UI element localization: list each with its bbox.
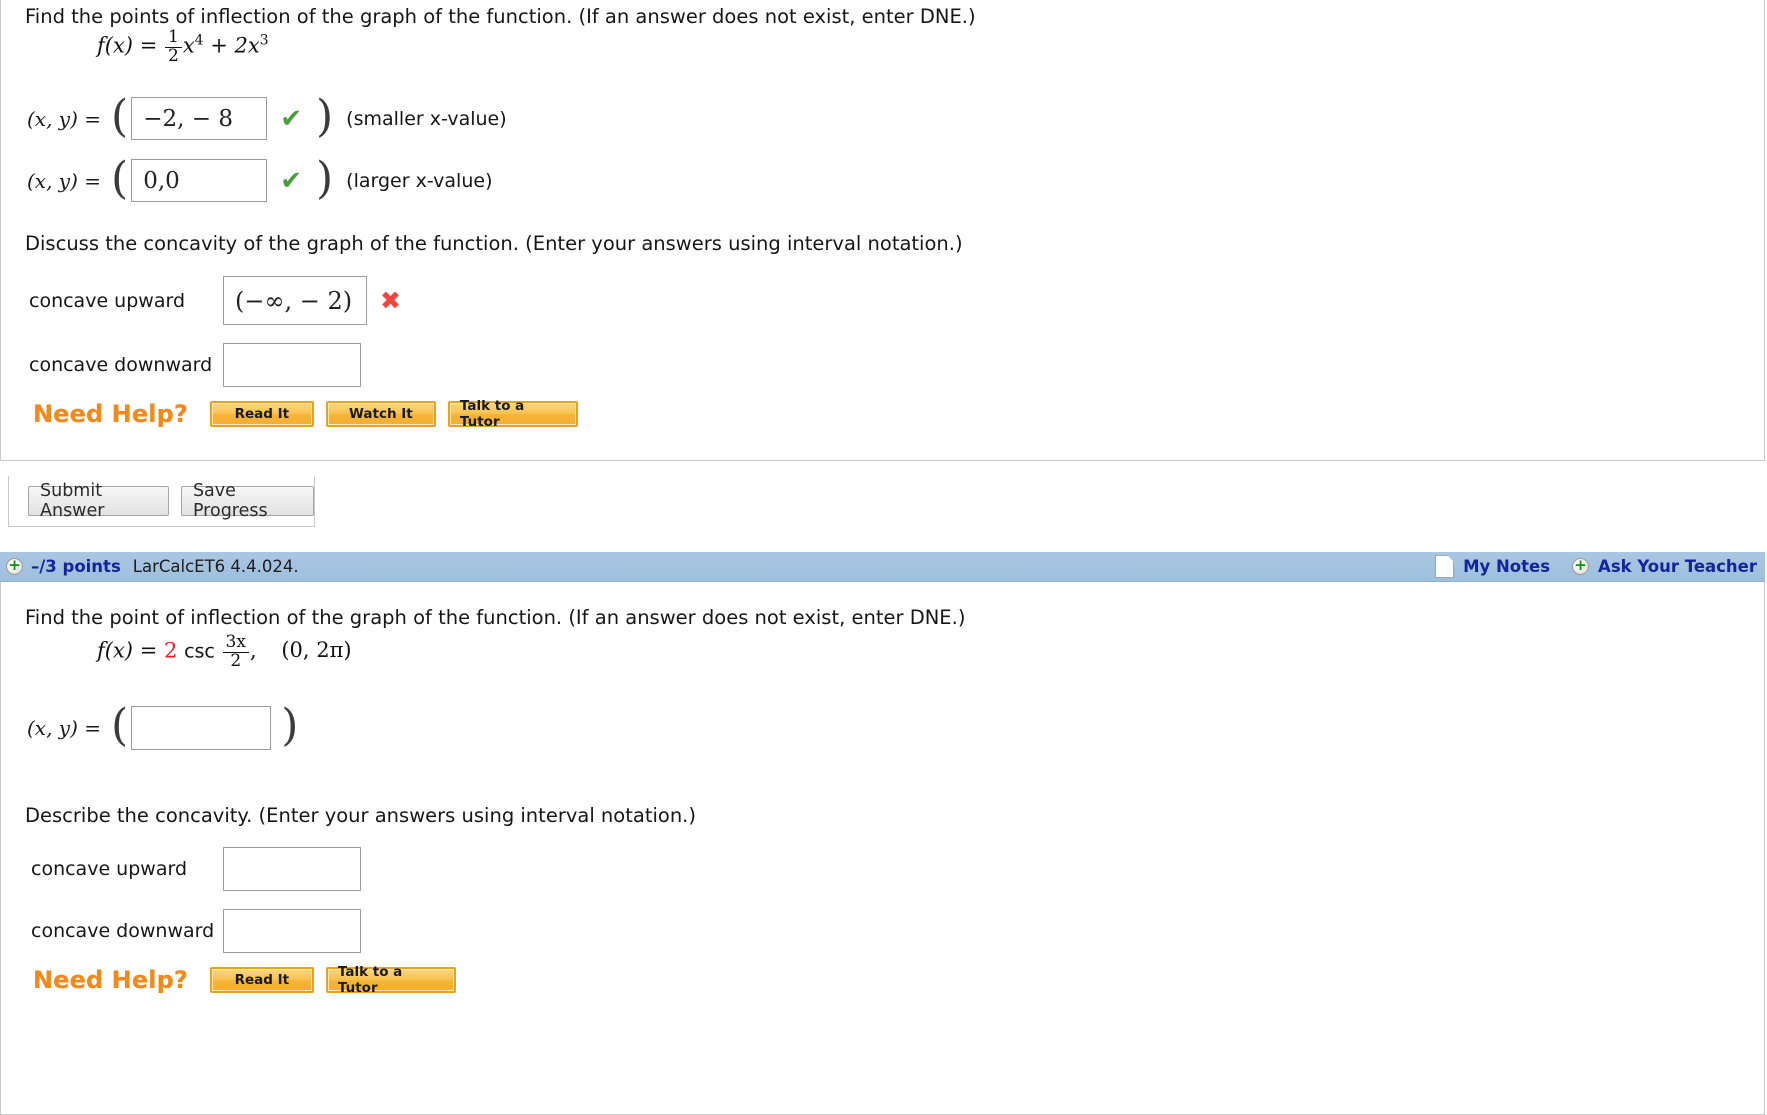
question-1-formula: f(x) = 1 2 x4 + 2x3 bbox=[97, 27, 269, 67]
formula-term2-exponent: 3 bbox=[259, 32, 269, 49]
inflection-answer-row-2: (x, y) = ( 0,0 ✔ ) (larger x-value) bbox=[27, 152, 493, 204]
formula-term1-exponent: 4 bbox=[194, 32, 204, 49]
formula-equals: = bbox=[139, 33, 158, 58]
formula-fraction: 1 2 bbox=[165, 27, 182, 66]
xy-text-2: (x, y) bbox=[27, 168, 78, 193]
expand-plus-icon[interactable]: + bbox=[6, 558, 23, 575]
concave-downward-input-1[interactable] bbox=[223, 343, 361, 387]
inflection-input-1[interactable]: −2, − 8 bbox=[131, 97, 268, 140]
xy-label-2: (x, y) = bbox=[27, 169, 101, 193]
fraction-denominator: 2 bbox=[165, 46, 182, 66]
concave-upward-row-2: concave upward bbox=[31, 847, 361, 891]
question-2-prompt: Find the point of inflection of the grap… bbox=[25, 606, 966, 629]
inflection-answer-row-1: (x, y) = ( −2, − 8 ✔ ) (smaller x-value) bbox=[27, 90, 507, 142]
concave-downward-label-1: concave downward bbox=[29, 354, 213, 376]
correct-check-icon-2: ✔ bbox=[280, 165, 302, 196]
fraction2-denominator: 2 bbox=[222, 651, 249, 671]
xy-label-1: (x, y) = bbox=[27, 107, 101, 131]
formula2-coefficient: 2 bbox=[164, 638, 178, 663]
submit-answer-button[interactable]: Submit Answer bbox=[28, 481, 169, 521]
need-help-title-1: Need Help? bbox=[33, 400, 188, 428]
concave-upward-row-1: concave upward (−∞, − 2) ✖ bbox=[29, 276, 401, 325]
ask-teacher-plus-icon[interactable]: + bbox=[1572, 558, 1590, 575]
formula2-csc: csc bbox=[184, 640, 215, 663]
formula-plus: + bbox=[210, 33, 228, 58]
xy-text-q2: (x, y) bbox=[27, 716, 78, 740]
formula2-fraction: 3x 2 bbox=[222, 632, 249, 671]
larger-x-value-hint: (larger x-value) bbox=[346, 169, 493, 192]
need-help-row-2: Need Help? Read It Talk to a Tutor bbox=[33, 964, 456, 996]
question-1-prompt: Find the points of inflection of the gra… bbox=[25, 5, 976, 28]
question-2-answer-row: (x, y) = ( ) bbox=[27, 700, 299, 752]
close-paren-2: ) bbox=[316, 152, 334, 204]
question-2-body: Find the point of inflection of the grap… bbox=[0, 582, 1765, 1115]
open-paren-1: ( bbox=[111, 90, 129, 142]
assignment-page: Find the points of inflection of the gra… bbox=[0, 0, 1767, 1115]
formula2-fx: f(x) bbox=[97, 638, 134, 663]
question-1-panel: Find the points of inflection of the gra… bbox=[0, 0, 1765, 461]
question-2-concavity-prompt: Describe the concavity. (Enter your answ… bbox=[25, 804, 696, 827]
concave-upward-input-2[interactable] bbox=[223, 847, 361, 891]
need-help-title-2: Need Help? bbox=[33, 966, 188, 994]
fraction-numerator: 1 bbox=[168, 27, 179, 47]
close-paren-q2: ) bbox=[281, 700, 299, 752]
concave-upward-label-2: concave upward bbox=[31, 858, 187, 880]
my-notes-link[interactable]: My Notes bbox=[1463, 557, 1550, 576]
open-paren-q2: ( bbox=[111, 700, 129, 752]
need-help-row-1: Need Help? Read It Watch It Talk to a Tu… bbox=[33, 398, 578, 430]
question-2-wrapper: + –/3 points LarCalcET6 4.4.024. My Note… bbox=[0, 548, 1765, 1115]
question-2-header: + –/3 points LarCalcET6 4.4.024. My Note… bbox=[0, 551, 1765, 582]
incorrect-x-icon-1: ✖ bbox=[380, 286, 401, 315]
xy-equals-1: = bbox=[84, 106, 102, 131]
concave-upward-input-1[interactable]: (−∞, − 2) bbox=[223, 276, 367, 325]
question-code-label: LarCalcET6 4.4.024. bbox=[132, 557, 299, 576]
formula2-comma: , bbox=[249, 638, 257, 663]
xy-label-q2: (x, y) = bbox=[27, 716, 101, 740]
talk-to-tutor-button-2[interactable]: Talk to a Tutor bbox=[325, 964, 456, 996]
read-it-button-1[interactable]: Read It bbox=[209, 401, 314, 427]
fraction2-numerator: 3x bbox=[225, 632, 246, 652]
header-right-group: My Notes + Ask Your Teacher bbox=[1435, 555, 1765, 578]
xy-equals-q2: = bbox=[84, 716, 102, 740]
close-paren-1: ) bbox=[316, 90, 334, 142]
talk-to-tutor-button-1[interactable]: Talk to a Tutor bbox=[447, 398, 578, 430]
concave-upward-label-1: concave upward bbox=[29, 289, 185, 312]
formula2-interval: (0, 2π) bbox=[281, 638, 352, 663]
concave-downward-row-1: concave downward bbox=[29, 343, 361, 387]
question-1-concavity-prompt: Discuss the concavity of the graph of th… bbox=[25, 232, 963, 255]
question-2-formula: f(x) = 2 csc 3x 2 , (0, 2π) bbox=[97, 632, 352, 672]
xy-equals-2: = bbox=[84, 168, 102, 193]
header-left-group: + –/3 points LarCalcET6 4.4.024. bbox=[0, 557, 299, 576]
formula2-equals: = bbox=[139, 638, 158, 663]
smaller-x-value-hint: (smaller x-value) bbox=[346, 107, 507, 130]
submit-bar: Submit Answer Save Progress bbox=[8, 476, 315, 527]
correct-check-icon-1: ✔ bbox=[280, 103, 302, 134]
watch-it-button-1[interactable]: Watch It bbox=[325, 401, 436, 427]
open-paren-2: ( bbox=[111, 152, 129, 204]
save-progress-button[interactable]: Save Progress bbox=[180, 481, 314, 521]
read-it-button-2[interactable]: Read It bbox=[209, 967, 314, 993]
xy-text-1: (x, y) bbox=[27, 106, 78, 131]
concave-downward-input-2[interactable] bbox=[223, 909, 361, 953]
formula-fx: f(x) bbox=[97, 33, 134, 58]
points-label: –/3 points bbox=[31, 557, 121, 576]
ask-your-teacher-link[interactable]: Ask Your Teacher bbox=[1598, 557, 1757, 576]
note-page-icon[interactable] bbox=[1435, 555, 1455, 578]
concave-downward-label-2: concave downward bbox=[31, 920, 215, 942]
inflection-input-q2[interactable] bbox=[131, 706, 272, 750]
concave-downward-row-2: concave downward bbox=[31, 909, 361, 953]
formula-term1-base: x bbox=[182, 33, 195, 58]
formula-term2: 2x bbox=[234, 33, 260, 58]
inflection-input-2[interactable]: 0,0 bbox=[131, 159, 268, 202]
